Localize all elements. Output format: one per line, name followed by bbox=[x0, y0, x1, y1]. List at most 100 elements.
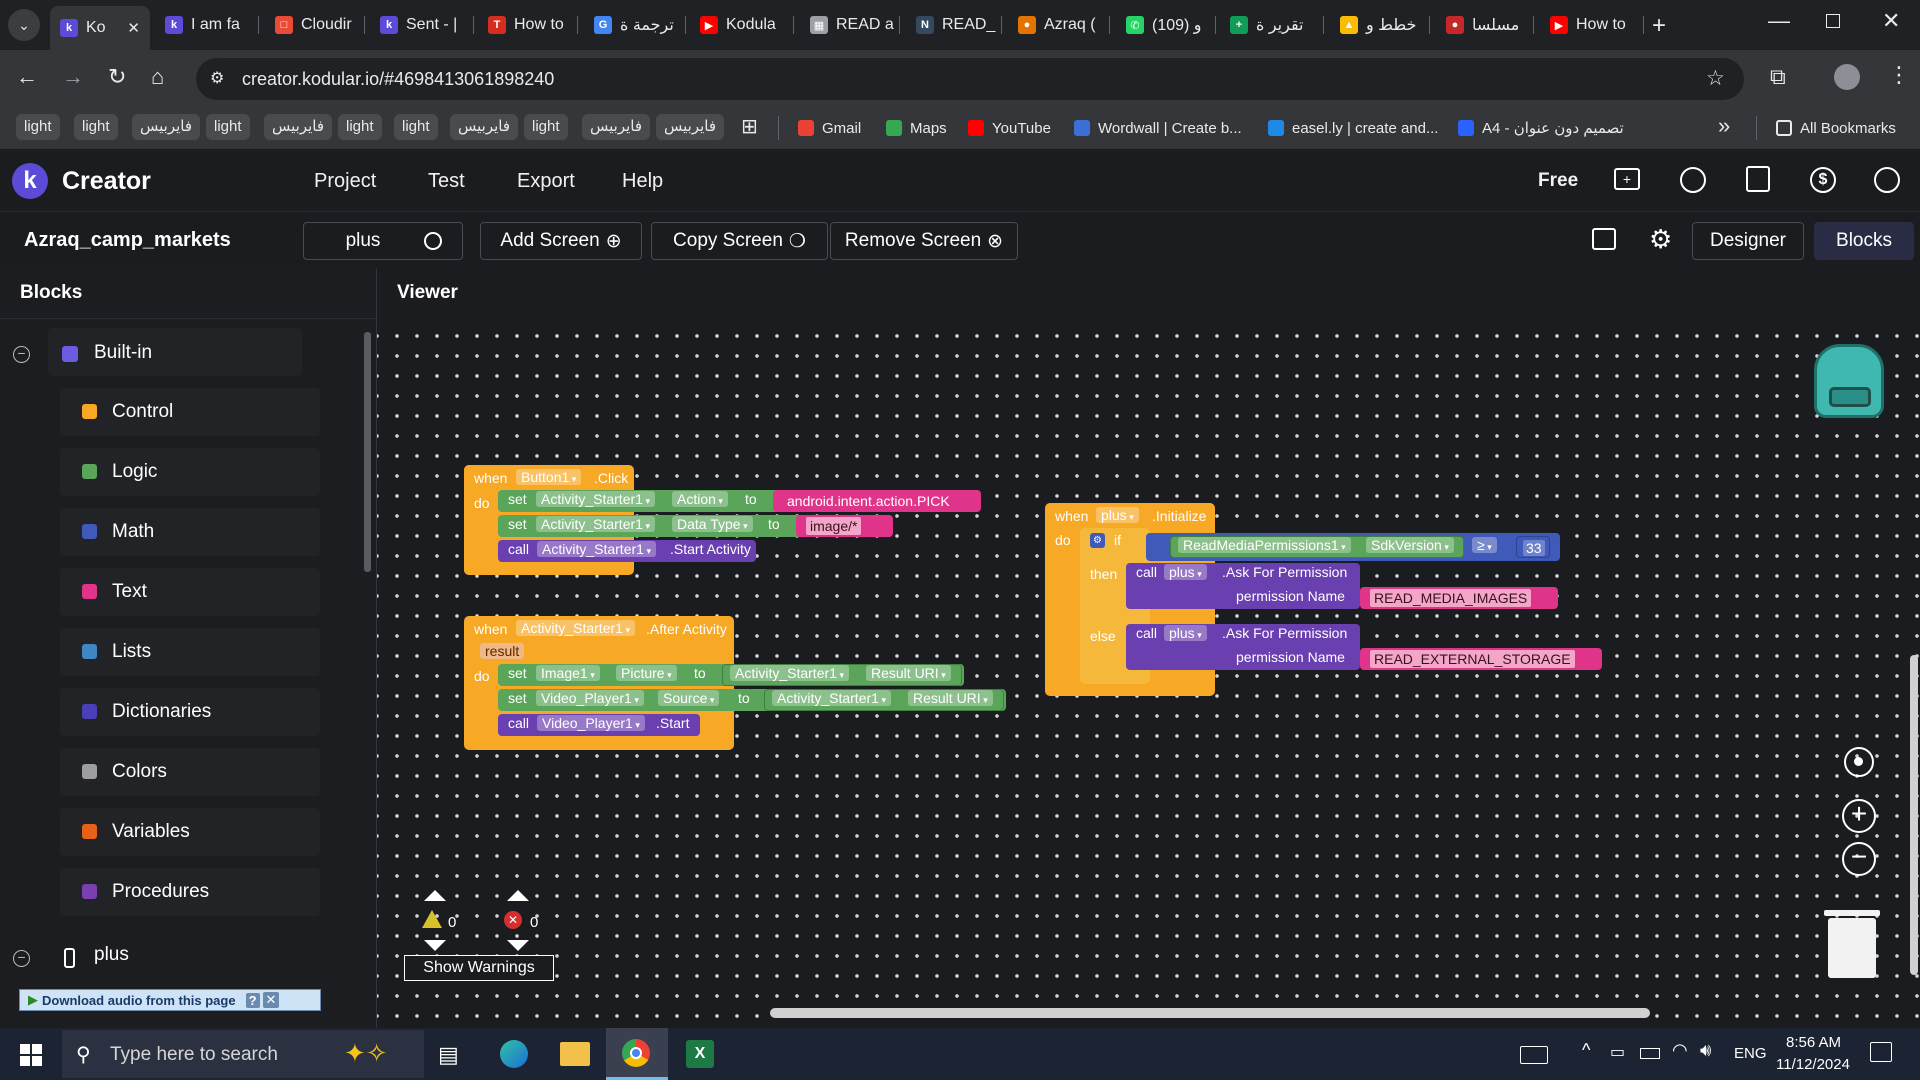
bookmark-chip[interactable]: light bbox=[206, 114, 250, 140]
component-dropdown[interactable]: Activity_Starter1 bbox=[536, 516, 655, 532]
blocks-category-procedures[interactable]: Procedures bbox=[60, 868, 320, 916]
gallery-icon[interactable] bbox=[1592, 228, 1616, 250]
component-dropdown[interactable]: Video_Player1 bbox=[537, 715, 645, 731]
error-up-arrow[interactable] bbox=[507, 890, 529, 901]
blocks-category-dictionaries[interactable]: Dictionaries bbox=[60, 688, 320, 736]
browser-tab[interactable]: ● مسلسا bbox=[1436, 8, 1534, 42]
browser-tab[interactable]: k I am fa bbox=[155, 8, 259, 42]
taskbar-search[interactable]: ⚲ Type here to search ✦✧ bbox=[62, 1030, 424, 1078]
component-dropdown[interactable]: plus bbox=[1164, 625, 1207, 641]
extensions-icon[interactable]: ⧉ bbox=[1770, 64, 1786, 90]
language-indicator[interactable]: ENG bbox=[1734, 1045, 1767, 1062]
browser-tab[interactable]: + تقرير ة bbox=[1220, 8, 1324, 42]
warning-up-arrow[interactable] bbox=[424, 890, 446, 901]
text-block[interactable]: android.intent.action.PICK bbox=[773, 490, 981, 512]
bookmark-item[interactable]: Gmail bbox=[798, 116, 861, 140]
menu-test[interactable]: Test bbox=[428, 170, 465, 193]
operator-dropdown[interactable]: ≥ bbox=[1472, 537, 1497, 553]
download-audio-bar[interactable]: ▶ Download audio from this page ? ✕ bbox=[19, 989, 321, 1011]
add-screen-button[interactable]: Add Screen ⊕ bbox=[480, 222, 642, 260]
browser-tab[interactable]: ● Azraq ( bbox=[1008, 8, 1110, 42]
bookmark-chip[interactable]: light bbox=[16, 114, 60, 140]
more-bookmarks-icon[interactable]: » bbox=[1718, 113, 1730, 139]
forward-icon[interactable]: → bbox=[62, 64, 84, 90]
chrome-icon[interactable] bbox=[606, 1028, 668, 1080]
task-view-icon[interactable]: ▤ bbox=[438, 1042, 459, 1068]
component-dropdown[interactable]: ReadMediaPermissions1 bbox=[1178, 537, 1351, 553]
backpack-icon[interactable] bbox=[1814, 344, 1884, 418]
back-icon[interactable]: ← bbox=[16, 64, 38, 90]
new-folder-icon[interactable]: + bbox=[1614, 168, 1640, 190]
volume-icon[interactable]: 🔊︎ bbox=[1700, 1040, 1711, 1061]
bookmark-chip[interactable]: light bbox=[338, 114, 382, 140]
clock-date[interactable]: 11/12/2024 bbox=[1776, 1056, 1850, 1073]
bookmark-chip[interactable]: فايربيس bbox=[450, 114, 519, 140]
warning-down-arrow[interactable] bbox=[424, 940, 446, 951]
workspace-vscrollbar[interactable] bbox=[1910, 655, 1918, 975]
browser-tab[interactable]: k Ko ✕ bbox=[50, 6, 150, 50]
blocks-category-logic[interactable]: Logic bbox=[60, 448, 320, 496]
component-dropdown[interactable]: Image1 bbox=[536, 665, 600, 681]
profile-avatar[interactable] bbox=[1834, 64, 1860, 90]
component-dropdown[interactable]: plus bbox=[1096, 507, 1139, 523]
bookmark-item[interactable]: A4 - تصميم دون عنوان bbox=[1458, 116, 1624, 140]
close-icon[interactable]: ✕ bbox=[262, 992, 280, 1008]
apps-grid-icon[interactable]: ⊞ bbox=[741, 114, 758, 139]
blocks-category-text[interactable]: Text bbox=[60, 568, 320, 616]
builtin-row[interactable] bbox=[48, 328, 302, 376]
tray-chevron-icon[interactable]: ^ bbox=[1582, 1040, 1590, 1061]
browser-menu-icon[interactable]: ⋮ bbox=[1888, 62, 1910, 88]
battery-icon[interactable] bbox=[1640, 1048, 1660, 1059]
component-dropdown[interactable]: Activity_Starter1 bbox=[730, 665, 849, 681]
property-dropdown[interactable]: Action bbox=[672, 491, 728, 507]
address-bar[interactable]: ⚙ creator.kodular.io/#4698413061898240 ☆ bbox=[196, 58, 1744, 100]
blocks-category-colors[interactable]: Colors bbox=[60, 748, 320, 796]
recenter-icon[interactable] bbox=[1844, 747, 1874, 777]
component-dropdown[interactable]: Button1 bbox=[516, 469, 582, 485]
collapse-screen-icon[interactable]: − bbox=[13, 950, 30, 967]
browser-tab[interactable]: □ Cloudir bbox=[265, 8, 365, 42]
keyboard-icon[interactable] bbox=[1520, 1046, 1548, 1064]
trash-icon[interactable] bbox=[1824, 910, 1880, 978]
plan-badge[interactable]: Free bbox=[1538, 170, 1578, 192]
blocks-category-math[interactable]: Math bbox=[60, 508, 320, 556]
bookmark-item[interactable]: Wordwall | Create b... bbox=[1074, 116, 1242, 140]
dollar-icon[interactable]: $ bbox=[1810, 167, 1836, 193]
text-block[interactable]: READ_MEDIA_IMAGES bbox=[1360, 587, 1558, 609]
kodular-logo[interactable]: k bbox=[12, 163, 48, 199]
browser-tab[interactable]: N READ_ bbox=[906, 8, 1002, 42]
zoom-in-icon[interactable]: + bbox=[1842, 799, 1876, 833]
component-dropdown[interactable]: plus bbox=[1164, 564, 1207, 580]
tab-search-button[interactable]: ⌄ bbox=[8, 9, 40, 41]
component-dropdown[interactable]: Video_Player1 bbox=[536, 690, 644, 706]
copy-screen-button[interactable]: Copy Screen ❍ bbox=[651, 222, 828, 260]
result-parameter[interactable]: result bbox=[480, 643, 525, 659]
component-dropdown[interactable]: Activity_Starter1 bbox=[772, 690, 891, 706]
text-block[interactable]: image/* bbox=[796, 515, 893, 537]
close-tab-icon[interactable]: ✕ bbox=[127, 19, 140, 37]
bookmark-chip[interactable]: light bbox=[74, 114, 118, 140]
browser-tab[interactable]: k Sent - | bbox=[370, 8, 474, 42]
reload-icon[interactable]: ↻ bbox=[108, 64, 126, 90]
help-icon[interactable]: ? bbox=[245, 992, 260, 1008]
browser-tab[interactable]: ▶ How to bbox=[1540, 8, 1644, 42]
browser-tab[interactable]: ▶ Kodula bbox=[690, 8, 794, 42]
bookmark-chip[interactable]: فايربيس bbox=[582, 114, 651, 140]
property-dropdown[interactable]: SdkVersion bbox=[1366, 537, 1454, 553]
menu-help[interactable]: Help bbox=[622, 170, 663, 193]
designer-tab[interactable]: Designer bbox=[1692, 222, 1804, 260]
bookmark-item[interactable]: easel.ly | create and... bbox=[1268, 116, 1438, 140]
component-dropdown[interactable]: Activity_Starter1 bbox=[536, 491, 655, 507]
workspace-hscrollbar[interactable] bbox=[770, 1008, 1650, 1018]
text-value[interactable]: image/* bbox=[806, 517, 862, 535]
bookmark-chip[interactable]: فايربيس bbox=[656, 114, 725, 140]
browser-tab[interactable]: T How to bbox=[478, 8, 578, 42]
text-block[interactable]: READ_EXTERNAL_STORAGE bbox=[1360, 648, 1602, 670]
bookmark-chip[interactable]: light bbox=[524, 114, 568, 140]
property-dropdown[interactable]: Result URI bbox=[866, 665, 951, 681]
windows-start-icon[interactable] bbox=[20, 1044, 42, 1066]
account-icon[interactable] bbox=[1874, 167, 1900, 193]
bookmark-star-icon[interactable]: ☆ bbox=[1706, 66, 1725, 91]
text-value[interactable]: READ_EXTERNAL_STORAGE bbox=[1370, 650, 1575, 668]
new-tab-button[interactable]: + bbox=[1652, 12, 1666, 40]
